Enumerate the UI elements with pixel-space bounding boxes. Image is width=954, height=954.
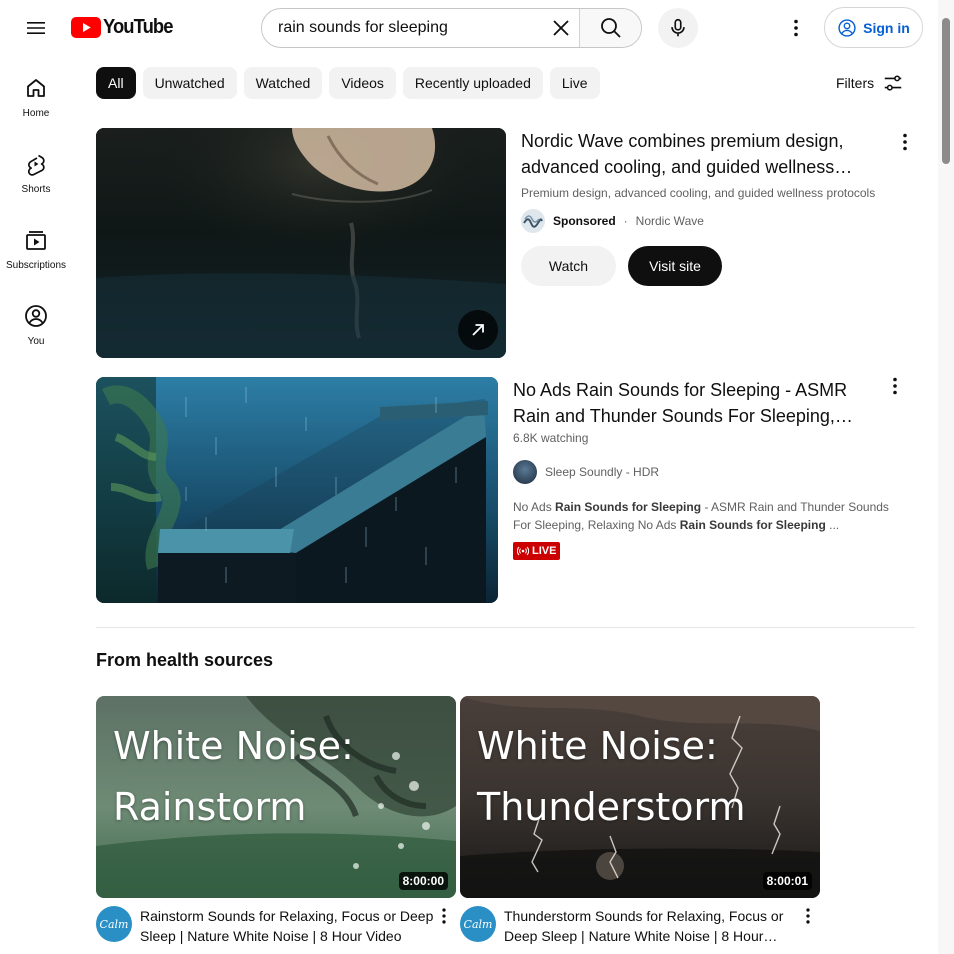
hamburger-icon	[27, 22, 45, 34]
video-thumbnail[interactable]	[96, 377, 498, 603]
video-thumbnail-image	[96, 377, 498, 603]
advertiser-avatar[interactable]	[521, 209, 545, 233]
ad-thumbnail-image	[96, 128, 506, 358]
health-card: White Noise: Rainstorm 8:00:00 Calm Rains…	[96, 696, 456, 944]
video-snippet: No Ads Rain Sounds for Sleeping - ASMR R…	[513, 498, 903, 534]
filter-chip-bar: All Unwatched Watched Videos Recently up…	[96, 67, 600, 99]
advertiser-name[interactable]: Nordic Wave	[636, 214, 704, 228]
ad-thumbnail[interactable]	[96, 128, 506, 358]
search-icon	[600, 18, 621, 38]
guide-label-subscriptions: Subscriptions	[5, 260, 67, 271]
close-icon	[553, 20, 569, 36]
guide-item-shorts[interactable]: Shorts	[0, 132, 72, 208]
snippet-highlight: Rain Sounds for Sleeping	[679, 518, 826, 532]
chip-recently-uploaded[interactable]: Recently uploaded	[402, 67, 543, 99]
more-vertical-icon	[903, 133, 907, 151]
meta-separator: ·	[623, 214, 628, 228]
masthead: YouTube Sign in	[0, 0, 954, 56]
logo-text: YouTube	[103, 15, 173, 38]
live-broadcast-icon	[517, 546, 529, 556]
sign-in-button[interactable]: Sign in	[824, 7, 923, 48]
ad-meta: Sponsored · Nordic Wave	[521, 209, 704, 233]
chip-live[interactable]: Live	[549, 67, 600, 99]
microphone-icon	[671, 18, 685, 37]
more-vertical-icon	[806, 908, 810, 924]
guide-label-you: You	[27, 336, 45, 347]
ad-action-menu-button[interactable]	[893, 130, 917, 154]
guide-item-you[interactable]: You	[0, 284, 72, 360]
more-vertical-icon	[442, 908, 446, 924]
youtube-play-icon	[71, 16, 101, 38]
mini-guide: Home Shorts Subscriptions You	[0, 56, 72, 360]
chip-unwatched[interactable]: Unwatched	[142, 67, 237, 99]
settings-more-button[interactable]	[776, 8, 816, 48]
you-icon	[25, 305, 47, 327]
search-box	[261, 8, 642, 48]
video-action-menu-button[interactable]	[883, 374, 907, 398]
more-vertical-icon	[794, 19, 798, 37]
ad-actions: Watch Visit site	[521, 246, 722, 286]
wave-logo-icon	[521, 209, 545, 233]
subscriptions-icon	[26, 231, 46, 250]
video-duration: 8:00:01	[762, 872, 812, 890]
youtube-logo[interactable]: YouTube	[71, 15, 179, 39]
search-button[interactable]	[579, 9, 641, 47]
channel-name[interactable]: Sleep Soundly - HDR	[545, 465, 659, 479]
live-badge: LIVE	[513, 542, 561, 560]
health-shelf-title: From health sources	[96, 650, 274, 670]
card-action-menu-button[interactable]	[432, 904, 456, 928]
video-title[interactable]: No Ads Rain Sounds for Sleeping - ASMR R…	[513, 377, 873, 429]
video-duration: 8:00:00	[398, 872, 448, 890]
visit-site-button[interactable]: Visit site	[628, 246, 722, 286]
ad-description: Premium design, advanced cooling, and gu…	[521, 186, 876, 200]
card-overlay-text: White Noise: Thunderstorm	[477, 716, 746, 838]
snippet-part: ...	[825, 518, 840, 532]
health-card-title[interactable]: Rainstorm Sounds for Relaxing, Focus or …	[140, 906, 436, 946]
chip-watched[interactable]: Watched	[243, 67, 323, 99]
more-vertical-icon	[893, 377, 897, 395]
card-action-menu-button[interactable]	[796, 904, 820, 928]
home-icon	[27, 79, 45, 97]
channel-avatar[interactable]	[513, 460, 537, 484]
guide-item-home[interactable]: Home	[0, 56, 72, 132]
card-overlay-text: White Noise: Rainstorm	[113, 716, 354, 838]
scrollbar-thumb[interactable]	[942, 18, 950, 164]
tune-icon	[884, 75, 902, 91]
open-in-new-icon	[472, 324, 484, 336]
voice-search-button[interactable]	[658, 8, 698, 48]
overlay-line1: White Noise:	[113, 724, 354, 768]
snippet-part: No Ads	[513, 500, 556, 514]
calm-avatar[interactable]: Calm	[96, 906, 132, 942]
filters-label: Filters	[836, 75, 875, 91]
ad-title[interactable]: Nordic Wave combines premium design, adv…	[521, 128, 871, 180]
guide-item-subscriptions[interactable]: Subscriptions	[0, 208, 72, 284]
video-channel[interactable]: Sleep Soundly - HDR	[513, 460, 659, 484]
health-card-thumbnail[interactable]: White Noise: Thunderstorm 8:00:01	[460, 696, 820, 898]
account-circle-icon	[838, 18, 856, 37]
ad-open-link-button[interactable]	[458, 310, 498, 350]
sign-in-label: Sign in	[863, 19, 910, 36]
filters-button[interactable]: Filters	[826, 67, 914, 99]
shorts-icon	[27, 154, 45, 176]
chip-videos[interactable]: Videos	[329, 67, 396, 99]
calm-avatar[interactable]: Calm	[460, 906, 496, 942]
guide-label-home: Home	[22, 108, 50, 119]
search-input[interactable]	[262, 9, 543, 47]
video-view-count: 6.8K watching	[513, 431, 589, 445]
overlay-line2: Thunderstorm	[477, 785, 746, 829]
guide-menu-button[interactable]	[16, 8, 56, 48]
guide-label-shorts: Shorts	[21, 184, 51, 195]
clear-search-button[interactable]	[543, 9, 579, 47]
watch-button[interactable]: Watch	[521, 246, 616, 286]
health-card-thumbnail[interactable]: White Noise: Rainstorm 8:00:00	[96, 696, 456, 898]
overlay-line2: Rainstorm	[113, 785, 307, 829]
health-card: White Noise: Thunderstorm 8:00:01 Calm Th…	[460, 696, 820, 944]
overlay-line1: White Noise:	[477, 724, 718, 768]
snippet-highlight: Rain Sounds for Sleeping	[555, 500, 702, 514]
section-divider	[96, 627, 915, 628]
sponsored-label: Sponsored	[553, 214, 616, 228]
health-card-title[interactable]: Thunderstorm Sounds for Relaxing, Focus …	[504, 906, 800, 946]
chip-all[interactable]: All	[96, 67, 136, 99]
live-label: LIVE	[532, 545, 557, 557]
